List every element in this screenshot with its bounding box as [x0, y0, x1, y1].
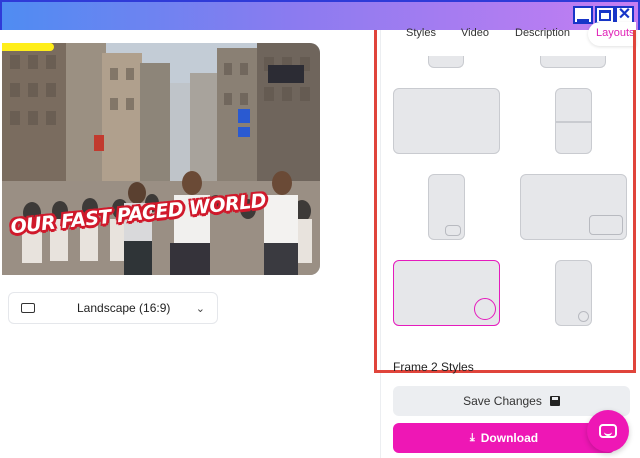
layout-option-landscape[interactable]	[393, 88, 500, 154]
panel-tabs: Styles Video Description Layouts	[392, 22, 636, 48]
chat-icon	[599, 424, 617, 438]
tab-video[interactable]: Video	[461, 27, 489, 39]
street-scene-image	[2, 43, 320, 275]
pip-box	[589, 215, 623, 235]
pip-circle	[578, 311, 589, 322]
layout-option[interactable]	[540, 56, 606, 68]
download-icon: ⤓	[469, 431, 475, 444]
download-label: Download	[480, 431, 539, 445]
layout-option[interactable]	[428, 56, 464, 68]
maximize-icon	[599, 9, 611, 21]
split-divider	[556, 121, 591, 123]
landscape-rect-icon	[21, 303, 35, 313]
layout-option-landscape-circle[interactable]	[393, 260, 500, 326]
aspect-ratio-label: Landscape (16:9)	[77, 301, 171, 315]
section-title: Frame 2 Styles	[393, 360, 474, 374]
save-changes-button[interactable]: Save Changes	[393, 386, 630, 416]
download-button[interactable]: ⤓ Download	[393, 423, 615, 453]
save-changes-label: Save Changes	[463, 394, 542, 408]
chevron-down-icon: ⌄	[195, 302, 205, 315]
tab-styles[interactable]: Styles	[406, 27, 436, 39]
tab-layouts[interactable]: Layouts	[588, 22, 636, 46]
video-preview[interactable]: OUR FAST PACED WORLD	[2, 43, 320, 275]
progress-indicator	[2, 43, 54, 51]
floppy-disk-icon	[549, 396, 560, 406]
pip-box	[445, 225, 461, 236]
layout-option-portrait-circle[interactable]	[555, 260, 592, 326]
canvas-area: OUR FAST PACED WORLD Landscape (16:9) ⌄	[0, 30, 380, 458]
close-icon: ✕	[617, 6, 632, 23]
layout-option-portrait-split[interactable]	[555, 88, 592, 154]
tab-description[interactable]: Description	[515, 27, 570, 39]
aspect-ratio-select[interactable]: Landscape (16:9) ⌄	[8, 292, 218, 324]
layout-option-portrait-pip[interactable]	[428, 174, 465, 240]
chat-support-button[interactable]	[587, 410, 629, 452]
pip-circle	[474, 298, 496, 320]
layout-option-landscape-pip[interactable]	[520, 174, 627, 240]
